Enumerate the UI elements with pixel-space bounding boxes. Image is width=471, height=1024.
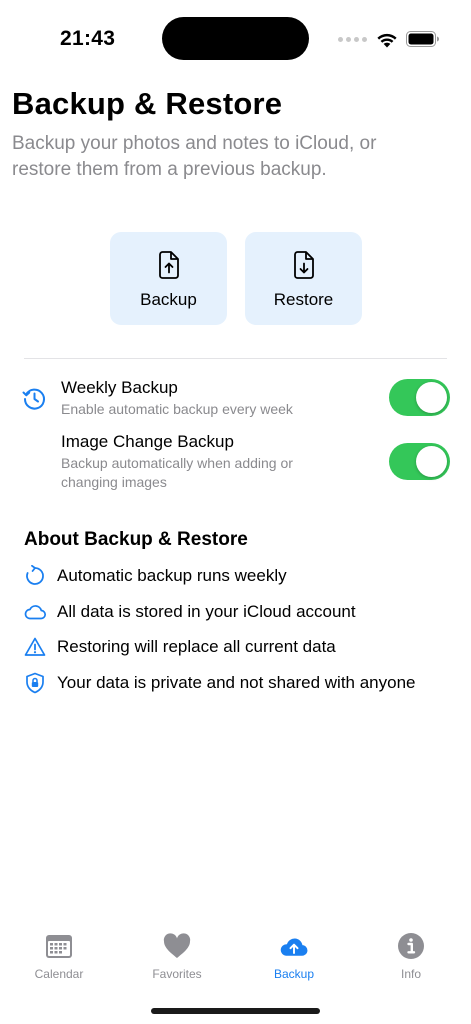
tab-favorites[interactable]: Favorites [132,932,222,981]
about-item-text: All data is stored in your iCloud accoun… [57,602,356,621]
lock-shield-icon [26,672,44,694]
about-item: All data is stored in your iCloud accoun… [24,600,356,624]
about-item-text: Your data is private and not shared with… [57,673,416,692]
battery-icon [406,31,439,47]
document-upload-icon [158,251,179,279]
tab-info[interactable]: Info [366,932,456,981]
weekly-backup-title: Weekly Backup [61,378,178,397]
cloud-icon [24,605,46,620]
about-item: Restoring will replace all current data [24,635,336,659]
tab-label: Info [400,967,421,981]
page-title: Backup & Restore [12,86,283,121]
refresh-icon [26,565,44,585]
tab-backup[interactable]: Backup [249,932,339,981]
status-bar: 21:43 [0,0,471,80]
status-icons [338,29,440,49]
restore-button-label: Restore [273,290,334,309]
weekly-backup-description: Enable automatic backup every week [61,401,293,417]
image-change-backup-description: Backup automatically when adding or chan… [61,455,293,490]
image-change-backup-title: Image Change Backup [61,432,234,451]
signal-dots-icon [338,36,367,42]
tab-bar: Calendar Favorites Backup Info [0,922,471,992]
cloud-upload-icon [280,938,308,956]
about-heading: About Backup & Restore [24,529,248,550]
heart-icon [163,933,191,958]
info-icon [398,933,424,959]
tab-calendar[interactable]: Calendar [14,932,104,981]
warning-triangle-icon [24,637,46,656]
wifi-icon [377,33,397,47]
page-subtitle: Backup your photos and notes to iCloud, … [12,133,377,180]
backup-button[interactable]: Backup [110,232,227,325]
restore-button[interactable]: Restore [245,232,362,325]
divider [24,358,447,359]
image-change-backup-toggle[interactable] [389,443,450,480]
about-item-text: Automatic backup runs weekly [57,566,287,585]
status-time: 21:43 [60,27,116,50]
clock-history-icon [22,388,45,410]
document-download-icon [293,251,314,279]
dynamic-island [162,17,309,60]
about-item: Automatic backup runs weekly [24,564,287,588]
backup-button-label: Backup [140,290,197,309]
tab-label: Calendar [34,967,84,981]
calendar-icon [46,935,72,958]
tab-label: Backup [273,967,315,981]
about-item: Your data is private and not shared with… [24,671,416,695]
tab-label: Favorites [152,967,202,981]
weekly-backup-toggle[interactable] [389,379,450,416]
about-item-text: Restoring will replace all current data [57,637,336,656]
home-indicator[interactable] [151,1008,320,1014]
